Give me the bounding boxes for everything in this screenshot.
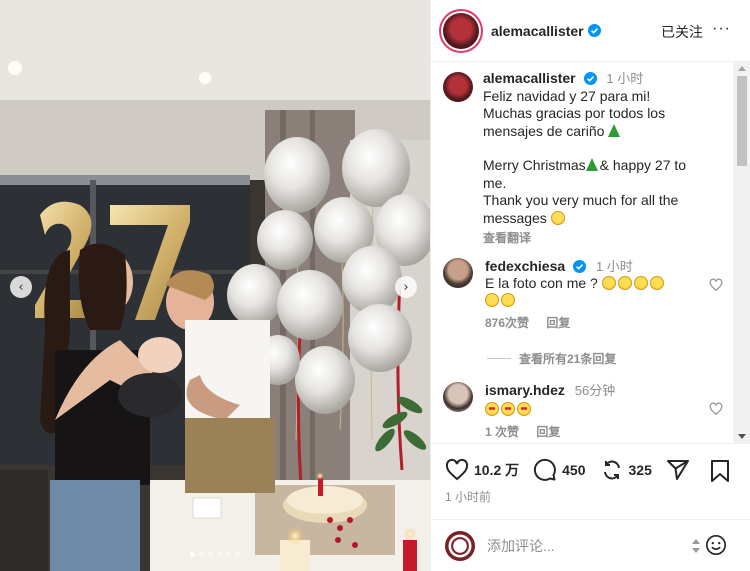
- caption-line: Feliz navidad y 27 para mi!: [483, 87, 651, 104]
- comment-text: E la foto con me ?: [485, 275, 598, 291]
- caption-line: Muchas gracias por todos los: [483, 105, 666, 121]
- caption-line: me.: [483, 174, 507, 191]
- caption-time: 1 小时: [606, 71, 644, 86]
- caption-line: Merry Christmas: [483, 157, 586, 173]
- repost-button[interactable]: 325: [600, 458, 652, 482]
- carousel-dot: [190, 552, 195, 557]
- sweating-face-icon: [485, 293, 499, 307]
- following-button[interactable]: 已关注: [661, 22, 703, 42]
- caption-line: & happy 27 to: [599, 157, 687, 173]
- star-struck-face-icon: [501, 402, 515, 416]
- christmas-tree-icon: [585, 158, 598, 171]
- comment-item: ismary.hdez 56分钟 1 次赞 回复: [443, 382, 723, 441]
- stepper-arrows-icon[interactable]: [691, 538, 701, 554]
- caption-line: mensajes de cariño: [483, 122, 605, 139]
- like-comment-heart-icon[interactable]: [709, 402, 723, 416]
- see-translation-link[interactable]: 查看翻译: [483, 230, 723, 248]
- scroll-up-arrow-icon[interactable]: [738, 66, 746, 71]
- sweating-face-icon: [501, 293, 515, 307]
- like-comment-heart-icon[interactable]: [709, 278, 723, 292]
- carousel-indicator: [190, 552, 240, 557]
- smiling-face-icon: [550, 210, 565, 225]
- comment-count: 450: [562, 462, 586, 478]
- star-struck-face-icon: [517, 402, 531, 416]
- comment-username[interactable]: ismary.hdez: [485, 382, 565, 398]
- comments-scrollbar[interactable]: [733, 62, 750, 443]
- author-username[interactable]: alemacallister: [491, 23, 584, 39]
- carousel-dot: [199, 552, 204, 557]
- commenter-avatar[interactable]: [443, 382, 473, 412]
- verified-badge-icon: [583, 72, 597, 85]
- comment-button[interactable]: 450: [533, 458, 586, 482]
- christmas-tree-icon: [608, 123, 621, 137]
- emoji-picker-icon[interactable]: [705, 534, 727, 556]
- add-comment-bar: 添加评论...: [431, 519, 750, 571]
- comments-section[interactable]: alemacallister 1 小时 Feliz navidad y 27 p…: [431, 62, 741, 443]
- sad-face-icon: [601, 276, 616, 290]
- share-button[interactable]: [666, 458, 690, 482]
- repost-count: 325: [628, 462, 652, 478]
- heart-icon: [445, 458, 469, 481]
- action-bar: 10.2 万 450 325 1 小时前: [431, 443, 750, 519]
- verified-badge-icon: [573, 260, 587, 273]
- post-photo[interactable]: ‹ ›: [0, 0, 430, 571]
- more-options-icon[interactable]: ···: [712, 20, 731, 38]
- post-header: alemacallister 已关注 ···: [431, 0, 750, 62]
- author-avatar[interactable]: [443, 12, 479, 49]
- carousel-dot: [208, 552, 213, 557]
- view-all-replies-link[interactable]: 查看所有21条回复: [487, 350, 616, 367]
- caption-author-avatar[interactable]: [443, 72, 473, 102]
- caption-username[interactable]: alemacallister: [483, 70, 576, 86]
- carousel-dot: [235, 552, 240, 557]
- carousel-dot: [217, 552, 222, 557]
- comment-time: 56分钟: [574, 383, 616, 398]
- star-struck-face-icon: [485, 402, 499, 416]
- sweating-face-icon: [649, 276, 664, 290]
- send-paper-plane-icon: [666, 460, 689, 480]
- divider-line: [487, 358, 511, 359]
- comment-time: 1 小时: [595, 259, 633, 274]
- reply-button[interactable]: 回复: [536, 425, 560, 439]
- post-timestamp: 1 小时前: [445, 490, 492, 504]
- scroll-thumb[interactable]: [737, 76, 747, 166]
- verified-badge-icon: [587, 24, 601, 37]
- comment-like-count[interactable]: 1 次赞: [485, 425, 519, 439]
- party-photo: [0, 0, 430, 571]
- sad-face-icon: [633, 276, 648, 290]
- comment-like-count[interactable]: 876次赞: [485, 316, 529, 330]
- add-comment-input[interactable]: 添加评论...: [487, 536, 555, 556]
- previous-photo-button[interactable]: ‹: [10, 276, 32, 298]
- carousel-dot: [226, 552, 231, 557]
- post-caption: alemacallister 1 小时 Feliz navidad y 27 p…: [443, 70, 723, 248]
- bookmark-icon[interactable]: [709, 459, 731, 483]
- scroll-down-arrow-icon[interactable]: [738, 434, 746, 439]
- repost-icon: [603, 460, 620, 480]
- viewer-avatar: [445, 530, 475, 561]
- comment-item: fedexchiesa 1 小时 E la foto con me ? 876次…: [443, 258, 723, 332]
- caption-line: Thank you very much for all the: [483, 192, 679, 208]
- view-replies-label: 查看所有21条回复: [519, 352, 617, 366]
- like-button[interactable]: 10.2 万: [445, 458, 519, 482]
- caption-line: messages: [483, 209, 547, 226]
- comment-username[interactable]: fedexchiesa: [485, 258, 565, 274]
- next-photo-button[interactable]: ›: [395, 276, 417, 298]
- reply-button[interactable]: 回复: [546, 316, 570, 330]
- like-count: 10.2 万: [474, 462, 520, 478]
- post-side-panel: alemacallister 已关注 ··· alemacallister 1 …: [430, 0, 750, 571]
- sad-face-icon: [617, 276, 632, 290]
- comment-bubble-icon: [534, 458, 557, 481]
- commenter-avatar[interactable]: [443, 258, 473, 288]
